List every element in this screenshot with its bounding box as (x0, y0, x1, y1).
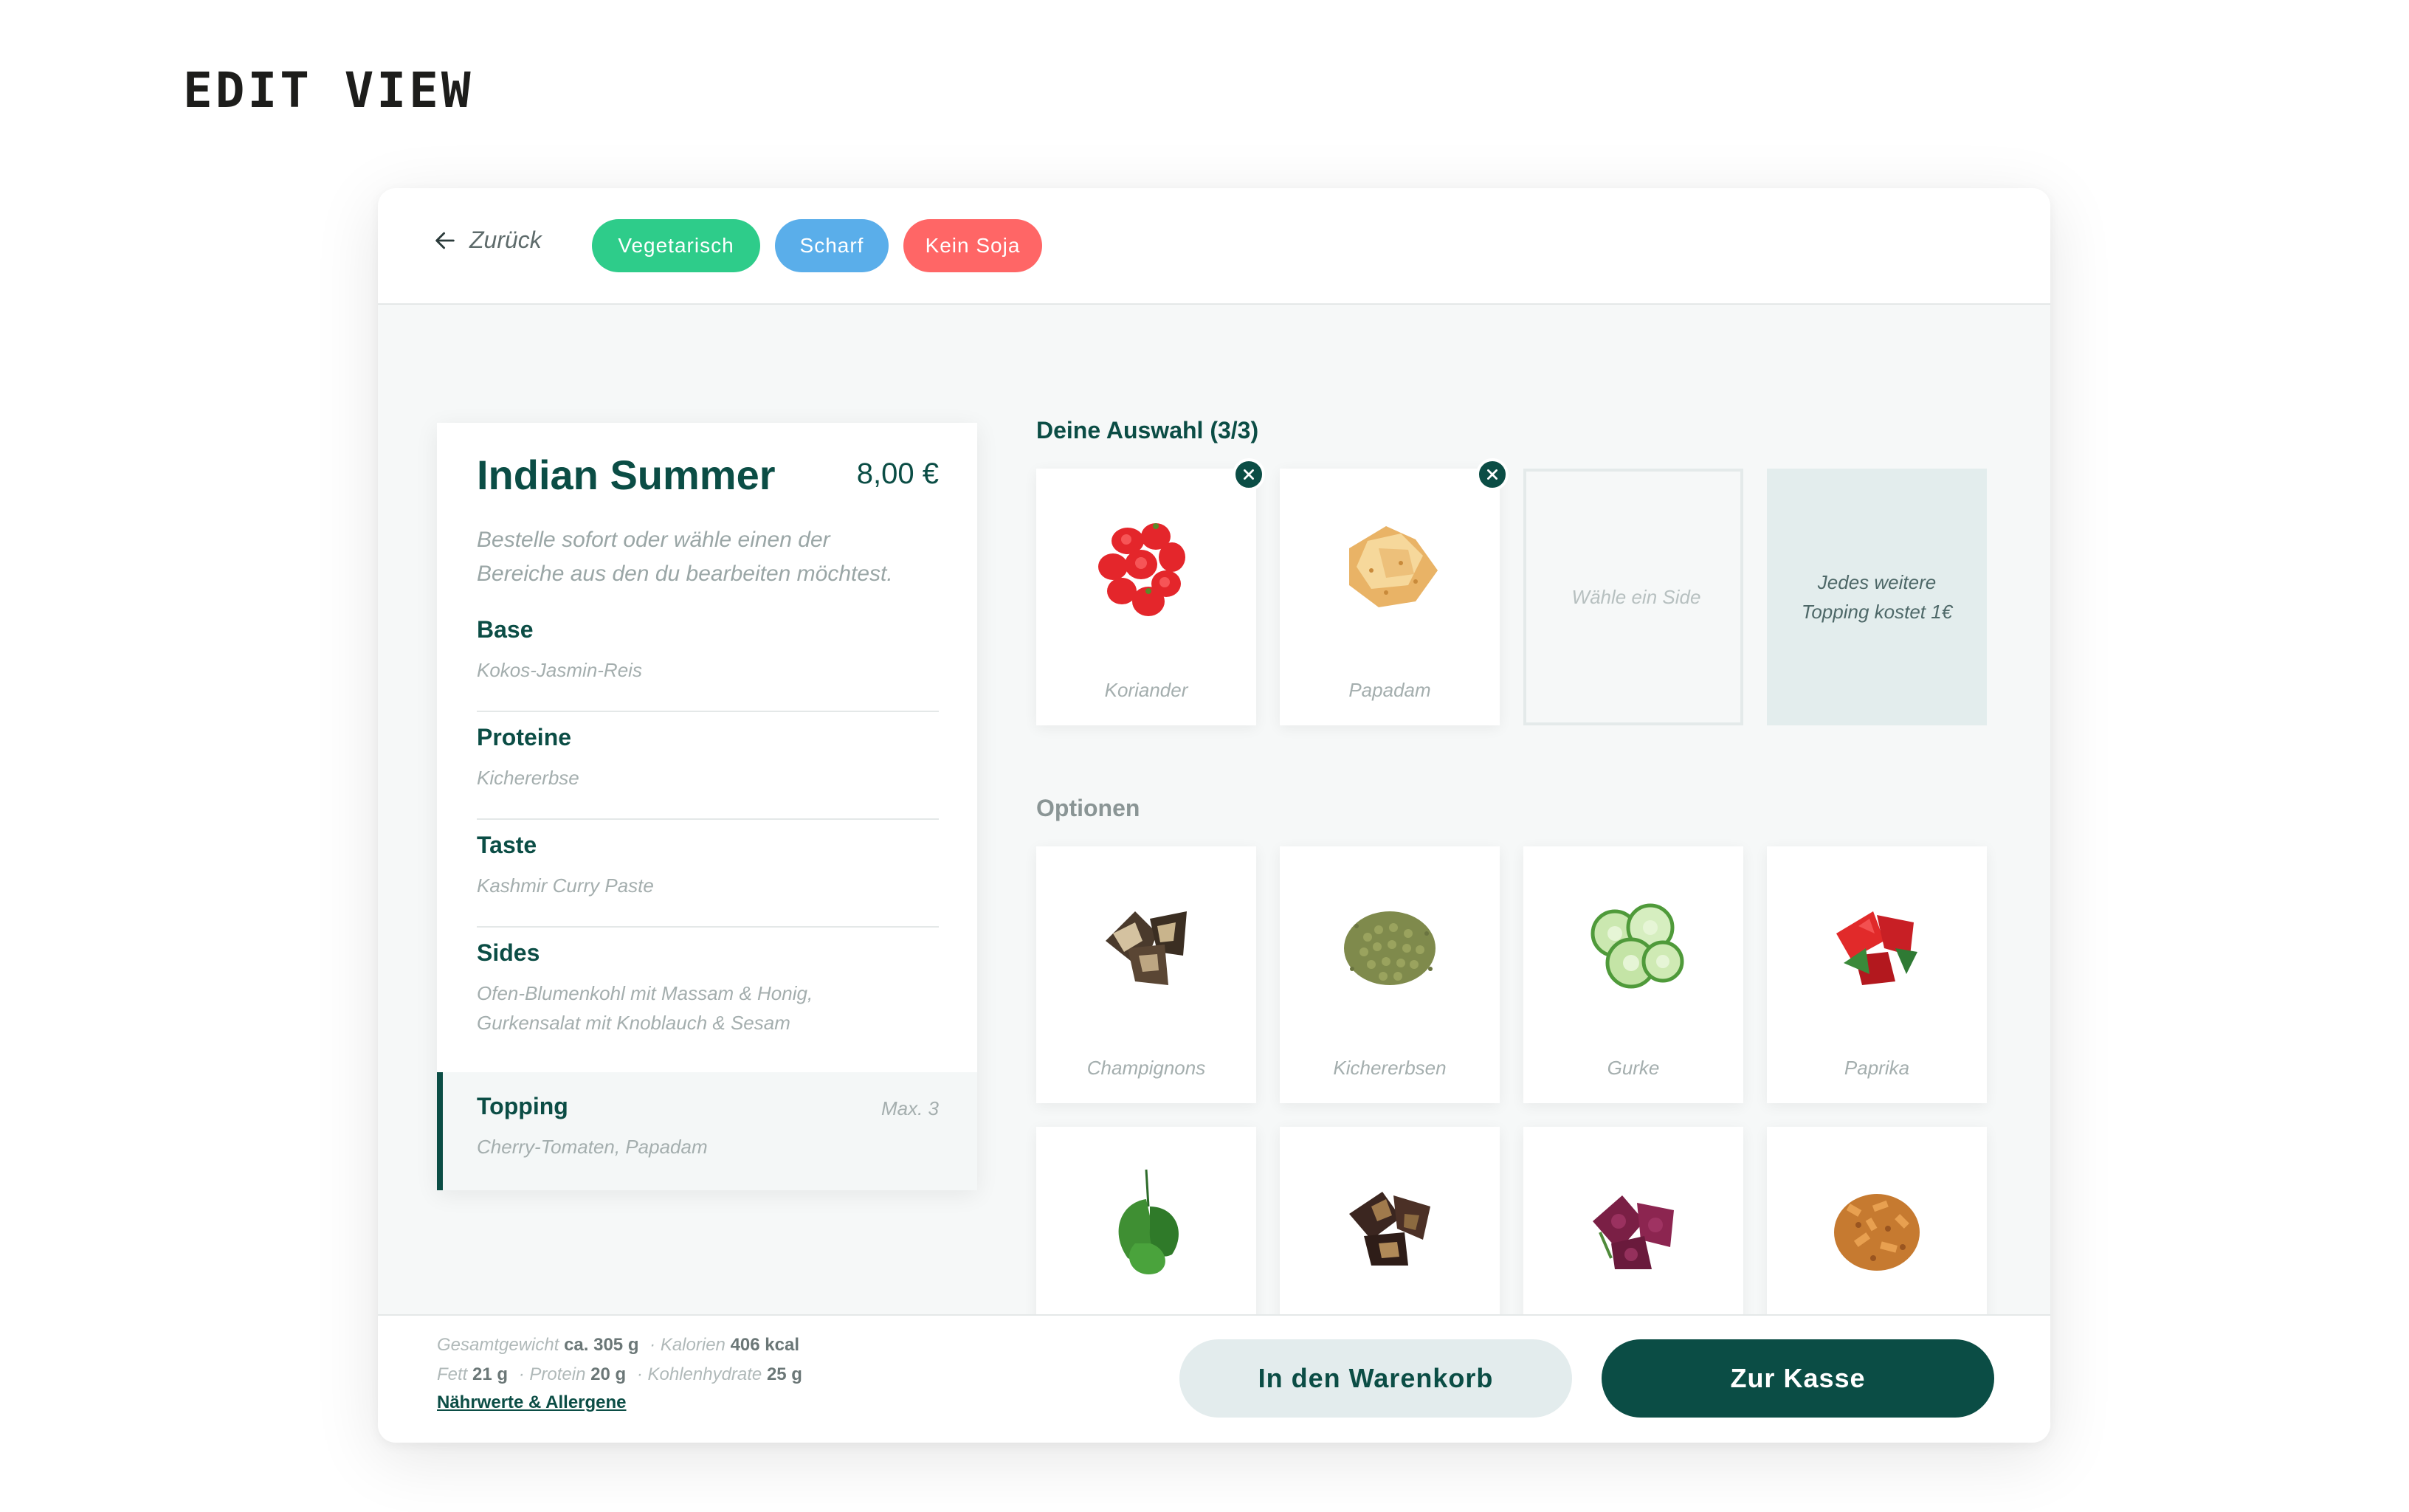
option-tile[interactable]: Gurke (1523, 846, 1743, 1103)
tile-label: Kichererbsen (1333, 1057, 1447, 1079)
tile-label: Gurke (1607, 1057, 1660, 1079)
options-heading: Optionen (1036, 795, 1140, 821)
nutrition-summary-line-2: Fett 21 g · Protein 20 g · Kohlenhydrate… (437, 1364, 802, 1384)
topping-info-tile: Jedes weitere Topping kostet 1€ (1767, 469, 1987, 725)
app-footer: Gesamtgewicht ca. 305 g · Kalorien 406 k… (378, 1314, 2050, 1443)
arrow-left-icon (435, 232, 455, 249)
calories-value: 406 kcal (730, 1335, 799, 1355)
topping-info-text: Jedes weitere Topping kostet 1€ (1801, 571, 1953, 623)
paprika-image (1836, 911, 1917, 985)
tile-label: Papadam (1348, 679, 1431, 701)
tag-kein-soja[interactable]: Kein Soja (903, 219, 1042, 272)
section-title: Topping (477, 1093, 568, 1119)
fat-label: Fett (437, 1364, 468, 1384)
protein-label: Protein (529, 1364, 586, 1384)
tag-vegetarisch[interactable]: Vegetarisch (592, 219, 760, 272)
empty-slot-label: Wähle ein Side (1571, 586, 1701, 608)
section-value: Ofen-Blumenkohl mit Massam & Honig, Gurk… (477, 982, 813, 1034)
tile-label: Paprika (1844, 1057, 1910, 1079)
beetroot-image (1593, 1195, 1674, 1269)
selection-tile[interactable]: Papadam (1280, 458, 1509, 725)
nutrition-allergens-link[interactable]: Nährwerte & Allergene (437, 1392, 627, 1413)
section-value: Kashmir Curry Paste (477, 874, 654, 897)
section-title: Proteine (477, 724, 572, 750)
carbs-value: 25 g (766, 1364, 802, 1384)
dish-description: Bestelle sofort oder wähle einen der Ber… (477, 528, 893, 586)
nutrition-summary-line-1: Gesamtgewicht ca. 305 g · Kalorien 406 k… (437, 1335, 799, 1355)
crispy-onion-image (1834, 1194, 1920, 1271)
spinach-image (1118, 1169, 1179, 1274)
close-icon (1244, 469, 1254, 480)
empty-selection-slot[interactable]: Wähle ein Side (1523, 469, 1743, 725)
section-proteine[interactable]: Proteine Kichererbse (477, 724, 939, 820)
section-title: Taste (477, 832, 537, 858)
section-title: Base (477, 616, 534, 643)
app-window: Zurück Vegetarisch Scharf Kein Soja Indi… (378, 188, 2050, 1443)
papadam-image (1349, 526, 1438, 607)
fat-value: 21 g (472, 1364, 509, 1384)
eggplant-image (1349, 1192, 1430, 1266)
section-sides[interactable]: Sides Ofen-Blumenkohl mit Massam & Honig… (477, 939, 939, 1065)
tag-scharf[interactable]: Scharf (775, 219, 889, 272)
checkout-button[interactable]: Zur Kasse (1602, 1339, 1994, 1418)
page-title: EDIT VIEW (183, 62, 474, 119)
option-tile[interactable]: Kichererbsen (1280, 846, 1500, 1103)
option-tile[interactable]: Champignons (1036, 846, 1256, 1103)
section-base[interactable]: Base Kokos-Jasmin-Reis (477, 616, 939, 712)
tile-label: Champignons (1086, 1057, 1206, 1079)
section-value: Kokos-Jasmin-Reis (477, 659, 642, 681)
protein-value: 20 g (590, 1364, 627, 1384)
selection-heading: Deine Auswahl (3/3) (1036, 417, 1259, 443)
selection-tile[interactable]: Koriander (1036, 458, 1265, 725)
mushroom-image (1106, 911, 1187, 985)
close-icon (1487, 469, 1498, 480)
section-taste[interactable]: Taste Kashmir Curry Paste (477, 832, 939, 928)
weight-label: Gesamtgewicht (437, 1335, 559, 1355)
tile-label: Koriander (1104, 679, 1188, 701)
calories-label: Kalorien (660, 1335, 726, 1355)
dish-title: Indian Summer (477, 452, 776, 498)
section-topping[interactable]: Topping Max. 3 Cherry-Tomaten, Papadam (437, 1072, 977, 1190)
add-to-cart-button[interactable]: In den Warenkorb (1179, 1339, 1572, 1418)
weight-value: ca. 305 g (564, 1335, 639, 1355)
app-header: Zurück Vegetarisch Scharf Kein Soja (378, 188, 2050, 305)
carbs-label: Kohlenhydrate (647, 1364, 762, 1384)
dish-summary-card: Indian Summer 8,00 € Bestelle sofort ode… (437, 423, 977, 1190)
section-title: Sides (477, 939, 540, 966)
chickpeas-image (1344, 911, 1436, 985)
section-value: Cherry-Tomaten, Papadam (477, 1136, 708, 1158)
option-tile[interactable]: Paprika (1767, 846, 1987, 1103)
dish-price: 8,00 € (856, 458, 939, 490)
tomato-image (1098, 523, 1185, 616)
back-button[interactable]: Zurück (432, 227, 542, 254)
cucumber-image (1591, 903, 1684, 989)
back-label: Zurück (469, 227, 542, 253)
section-value: Kichererbse (477, 767, 579, 789)
remove-button[interactable] (1476, 458, 1509, 491)
remove-button[interactable] (1233, 458, 1265, 491)
topping-max-label: Max. 3 (880, 1097, 939, 1119)
